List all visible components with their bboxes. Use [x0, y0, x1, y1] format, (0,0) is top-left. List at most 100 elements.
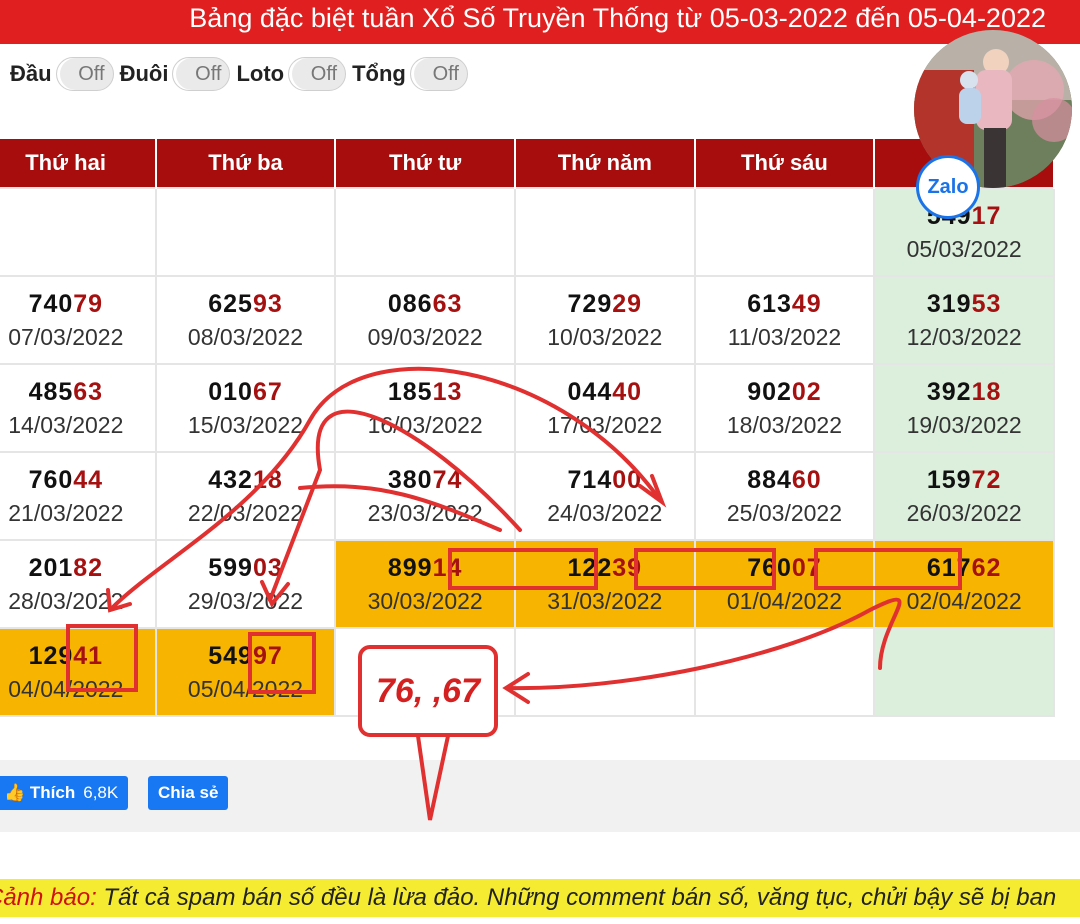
result-tail-digits: 18 — [971, 378, 1002, 406]
toggle-tong[interactable]: Off — [409, 57, 468, 91]
result-number: 04440 — [516, 375, 694, 409]
result-number: 59903 — [157, 551, 335, 585]
result-number: 62593 — [157, 287, 335, 321]
result-date: 17/03/2022 — [547, 412, 663, 438]
result-number: 38074 — [336, 463, 514, 497]
result-cell: 43218 22/03/2022 — [154, 451, 337, 541]
toggle-dau[interactable]: Off — [55, 57, 114, 91]
result-cell: 01067 15/03/2022 — [154, 363, 337, 453]
result-tail-digits: 53 — [971, 290, 1002, 318]
result-date: 30/03/2022 — [367, 588, 483, 614]
result-tail-digits: 41 — [73, 642, 104, 670]
result-cell — [513, 187, 696, 277]
result-head-digits: 485 — [28, 378, 74, 406]
result-head-digits: 760 — [28, 466, 74, 494]
table-row: 12941 04/04/2022 54997 05/04/2022 — [0, 627, 1055, 717]
result-date: 01/04/2022 — [726, 588, 843, 614]
result-tail-digits: 40 — [612, 378, 643, 406]
share-label: Chia sẻ — [158, 783, 219, 802]
thumbs-up-icon: 👍 — [4, 783, 30, 802]
result-cell: 20182 28/03/2022 — [0, 539, 157, 629]
result-tail-digits: 29 — [612, 290, 643, 318]
result-head-digits: 902 — [747, 378, 792, 406]
result-date: 18/03/2022 — [726, 412, 843, 438]
result-cell: 48563 14/03/2022 — [0, 363, 157, 453]
result-date: 26/03/2022 — [906, 500, 1022, 526]
result-date: 16/03/2022 — [367, 412, 483, 438]
toggle-label-loto: Loto — [236, 61, 285, 86]
result-number: 61349 — [696, 287, 874, 321]
toggle-label-duoi: Đuôi — [119, 61, 169, 86]
result-tail-digits: 82 — [73, 554, 104, 582]
result-head-digits: 740 — [28, 290, 74, 318]
table-row: 74079 07/03/2022 62593 08/03/2022 08663 09/03… — [0, 275, 1055, 365]
result-tail-digits: 07 — [791, 554, 822, 582]
result-date: 07/03/2022 — [8, 324, 124, 350]
result-number: 76007 — [696, 551, 874, 585]
result-head-digits: 319 — [926, 290, 972, 318]
result-date: 12/03/2022 — [906, 324, 1022, 350]
result-number: 88460 — [696, 463, 874, 497]
result-tail-digits: 18 — [252, 466, 283, 494]
result-date: 09/03/2022 — [367, 324, 483, 350]
result-head-digits: 122 — [567, 554, 613, 582]
like-label: Thích — [29, 783, 76, 802]
header-thursday: Thứ năm — [514, 138, 696, 189]
result-cell: 39218 19/03/2022 — [873, 363, 1055, 453]
result-date: 05/04/2022 — [187, 676, 304, 702]
result-head-digits: 613 — [747, 290, 792, 318]
warning-label: Cảnh báo: — [0, 884, 97, 911]
toggle-label-dau: Đầu — [10, 61, 52, 86]
share-button[interactable]: Chia sẻ — [148, 776, 229, 810]
result-cell: 12239 31/03/2022 — [513, 539, 696, 629]
header-friday: Thứ sáu — [694, 138, 876, 189]
result-cell: 90202 18/03/2022 — [693, 363, 876, 453]
result-tail-digits: 17 — [971, 202, 1002, 230]
result-tail-digits: 74 — [432, 466, 463, 494]
result-head-digits: 884 — [747, 466, 792, 494]
result-cell: 72929 10/03/2022 — [513, 275, 696, 365]
result-date: 11/03/2022 — [727, 324, 842, 350]
table-header-row: Thứ hai Thứ ba Thứ tư Thứ năm Thứ sáu — [0, 138, 1055, 189]
result-cell — [0, 187, 157, 277]
result-cell: 59903 29/03/2022 — [154, 539, 337, 629]
result-number: 74079 — [0, 287, 155, 321]
result-date: 21/03/2022 — [8, 500, 124, 526]
result-date: 25/03/2022 — [726, 500, 843, 526]
result-tail-digits: 72 — [971, 466, 1002, 494]
result-date: 29/03/2022 — [187, 588, 304, 614]
toggle-loto[interactable]: Off — [288, 57, 347, 91]
result-number: 20182 — [0, 551, 155, 585]
result-head-digits: 599 — [208, 554, 253, 582]
result-date: 22/03/2022 — [187, 500, 304, 526]
result-number: 61762 — [875, 551, 1053, 585]
result-tail-digits: 13 — [432, 378, 463, 406]
result-date: 31/03/2022 — [547, 588, 663, 614]
result-tail-digits: 60 — [791, 466, 822, 494]
result-head-digits: 432 — [208, 466, 253, 494]
result-cell — [513, 627, 696, 717]
result-tail-digits: 49 — [791, 290, 822, 318]
page-title-bar: Bảng đặc biệt tuần Xổ Số Truyền Thống từ… — [0, 0, 1080, 44]
result-head-digits: 185 — [387, 378, 433, 406]
result-tail-digits: 93 — [252, 290, 283, 318]
like-count: 6,8K — [83, 783, 119, 802]
header-monday: Thứ hai — [0, 138, 157, 189]
result-number: 90202 — [696, 375, 874, 409]
result-number: 12239 — [516, 551, 694, 585]
result-head-digits: 617 — [926, 554, 972, 582]
zalo-chat-button[interactable]: Zalo — [916, 155, 980, 219]
toggle-label-tong: Tổng — [352, 61, 406, 86]
result-head-digits: 714 — [567, 466, 613, 494]
table-row: 48563 14/03/2022 01067 15/03/2022 18513 16/03… — [0, 363, 1055, 453]
toggle-duoi[interactable]: Off — [172, 57, 231, 91]
like-button[interactable]: 👍 Thích 6,8K — [0, 776, 129, 810]
result-head-digits: 899 — [387, 554, 433, 582]
result-date: 28/03/2022 — [8, 588, 124, 614]
result-head-digits: 392 — [926, 378, 972, 406]
result-cell: 12941 04/04/2022 — [0, 627, 157, 717]
result-cell: 38074 23/03/2022 — [334, 451, 516, 541]
result-tail-digits: 63 — [73, 378, 104, 406]
result-head-digits: 625 — [208, 290, 253, 318]
result-cell: 04440 17/03/2022 — [513, 363, 696, 453]
